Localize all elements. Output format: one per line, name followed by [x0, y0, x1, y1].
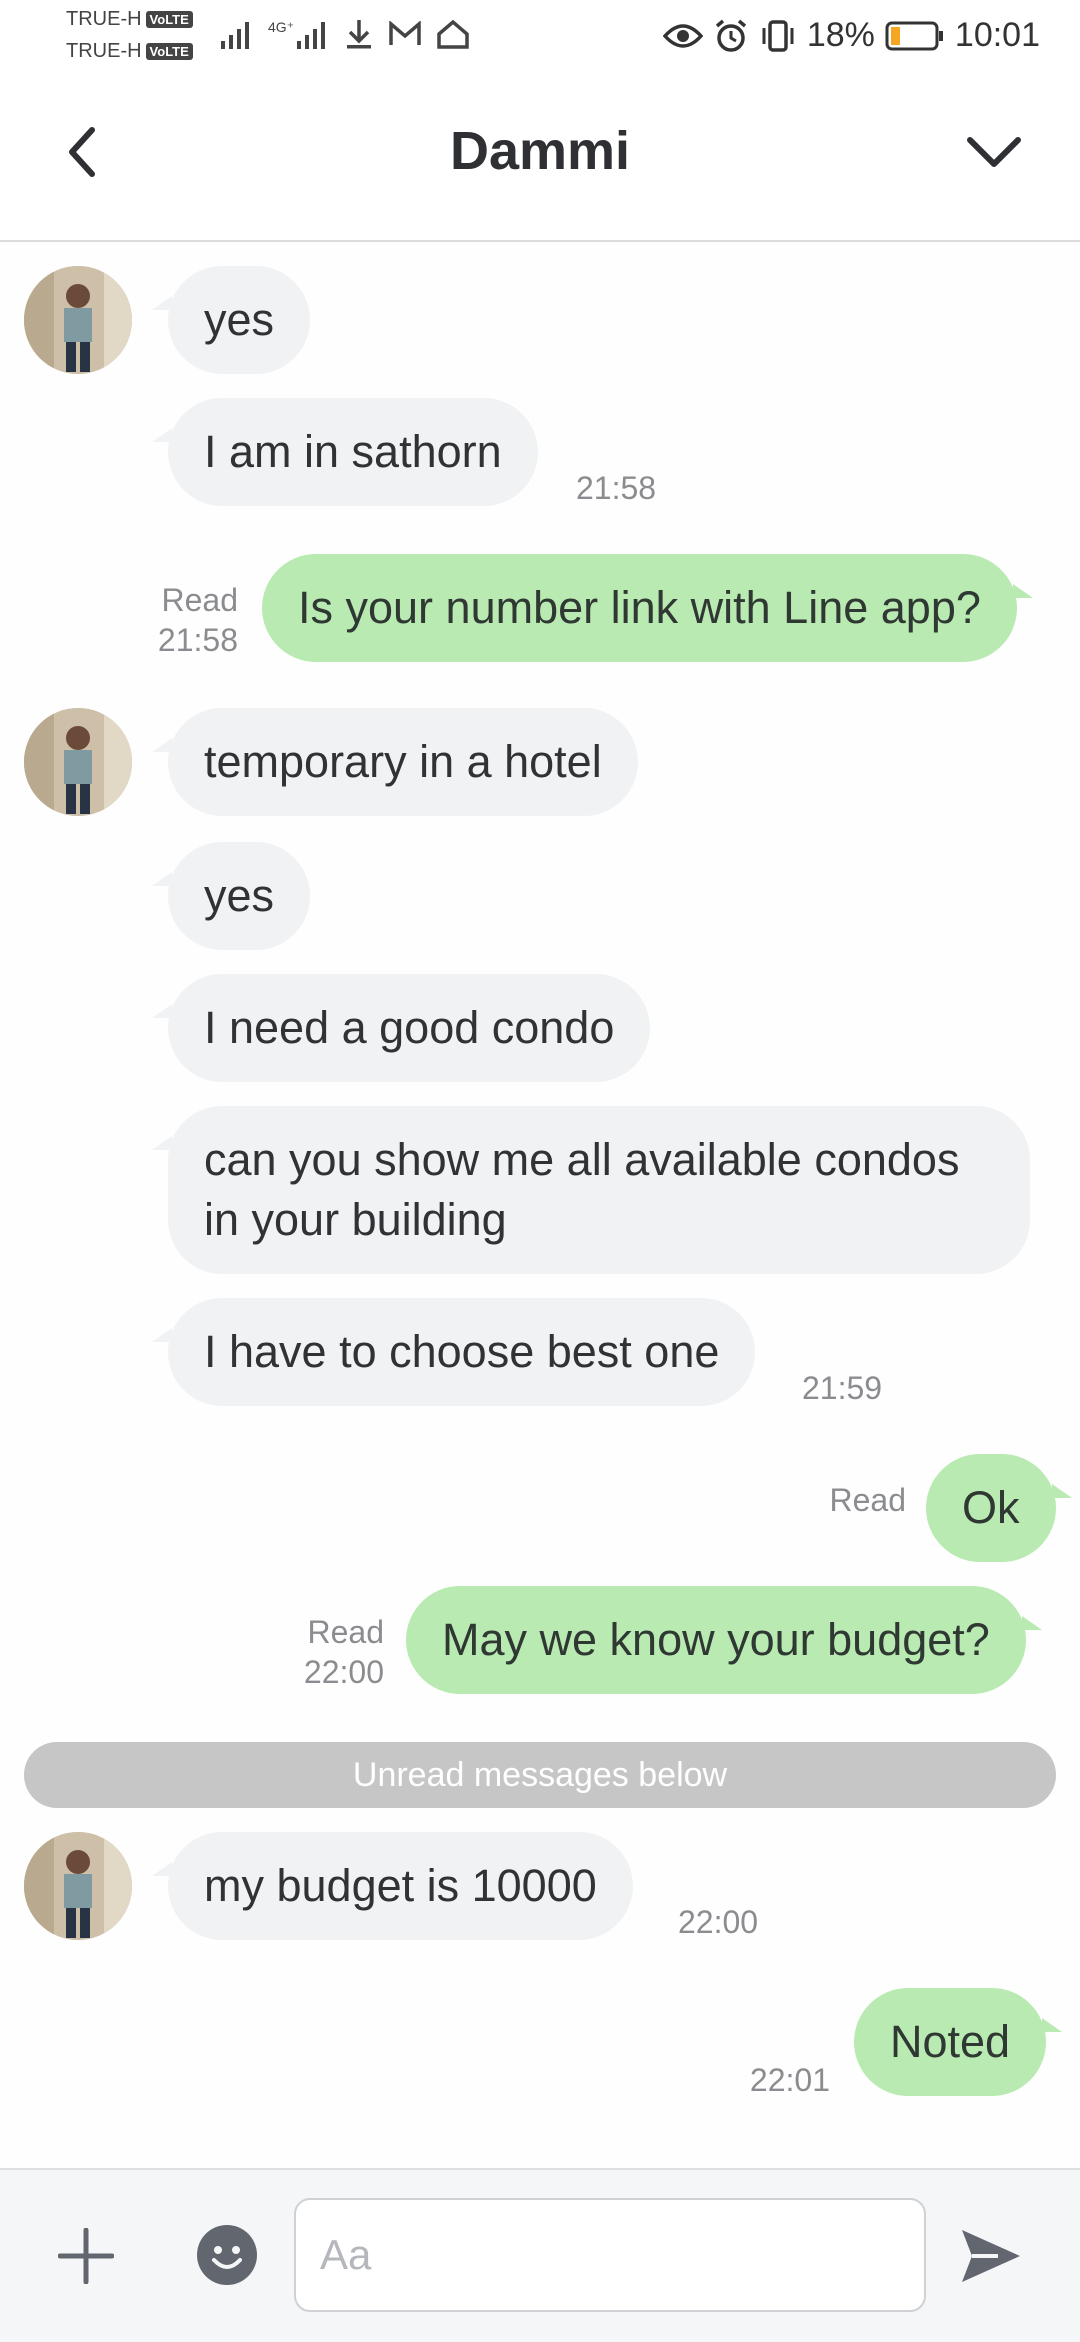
- plus-icon[interactable]: [58, 2228, 114, 2284]
- incoming-message[interactable]: temporary in a hotel: [152, 708, 638, 816]
- read-label: Read: [161, 582, 239, 618]
- incoming-message[interactable]: I have to choose best one: [151, 1298, 756, 1406]
- carrier-1: TRUE-H VoLTE: [66, 8, 193, 31]
- incoming-message[interactable]: yes: [151, 266, 311, 374]
- chat-header: Dammi: [0, 80, 1080, 242]
- carrier-2: TRUE-H VoLTE: [66, 40, 193, 63]
- avatar[interactable]: [24, 1832, 132, 1940]
- incoming-message[interactable]: I need a good condo: [151, 974, 651, 1082]
- unread-divider: Unread messages below: [24, 1742, 1056, 1808]
- message-time: 21:58: [576, 470, 657, 506]
- message-time: 22:00: [678, 1904, 759, 1940]
- signal-icon: [221, 22, 249, 49]
- message-time: 21:58: [157, 622, 238, 658]
- avatar[interactable]: [24, 708, 132, 816]
- battery-icon: [885, 21, 943, 50]
- avatar[interactable]: [24, 266, 132, 374]
- vibrate-icon: [762, 19, 794, 52]
- read-receipt: Read: [820, 1480, 907, 1520]
- battery-percent: 18%: [806, 16, 875, 54]
- carrier-1-label: TRUE-H: [66, 8, 142, 30]
- signal-icon-2: [297, 22, 326, 49]
- message-text: I need a good condo: [204, 1002, 615, 1053]
- home-icon: [437, 19, 469, 49]
- status-bar: TRUE-H VoLTE TRUE-H VoLTE 4G⁺ 18% 10:01: [0, 0, 1080, 80]
- volte-badge-2: VoLTE: [145, 43, 193, 61]
- emoji-icon[interactable]: [196, 2224, 258, 2286]
- message-text: can you show me all available condos in …: [204, 1134, 960, 1245]
- outgoing-message[interactable]: Noted: [854, 1988, 1063, 2096]
- incoming-message[interactable]: can you show me all available condos in …: [152, 1106, 1030, 1274]
- message-text: my budget is 10000: [204, 1860, 597, 1911]
- message-text: yes: [204, 294, 275, 345]
- avatar-image: [24, 266, 132, 374]
- status-icons-right: 18% 10:01: [662, 16, 1040, 55]
- read-receipt: Read 21:58: [140, 580, 238, 660]
- read-label: Read: [307, 1614, 385, 1650]
- carrier-2-label: TRUE-H: [66, 40, 142, 62]
- volte-badge: VoLTE: [145, 11, 193, 29]
- network-type-label: 4G⁺: [268, 18, 295, 35]
- message-text: May we know your budget?: [442, 1614, 990, 1665]
- eye-icon: [662, 23, 703, 48]
- alarm-icon: [715, 19, 746, 52]
- message-text: Noted: [890, 2016, 1011, 2067]
- message-text: Ok: [962, 1482, 1020, 1533]
- message-text: temporary in a hotel: [204, 736, 602, 787]
- message-input[interactable]: [294, 2198, 926, 2312]
- outgoing-message[interactable]: Is your number link with Line app?: [262, 554, 1033, 662]
- message-text: yes: [204, 870, 275, 921]
- message-text: I am in sathorn: [204, 426, 502, 477]
- message-time: 22:01: [749, 2062, 830, 2098]
- chat-title: Dammi: [449, 121, 631, 181]
- status-icons-left: 4G⁺: [220, 18, 470, 50]
- incoming-message[interactable]: I am in sathorn: [152, 398, 538, 506]
- message-time: 21:59: [802, 1370, 883, 1406]
- outgoing-message[interactable]: Ok: [926, 1454, 1071, 1562]
- message-time: 22:00: [303, 1654, 384, 1690]
- message-text: I have to choose best one: [204, 1326, 720, 1377]
- incoming-message[interactable]: my budget is 10000: [152, 1832, 633, 1940]
- clock: 10:01: [954, 16, 1040, 54]
- avatar-image: [24, 708, 132, 816]
- download-icon: [347, 20, 372, 49]
- message-text: Is your number link with Line app?: [298, 582, 981, 633]
- outgoing-message[interactable]: May we know your budget?: [406, 1586, 1042, 1694]
- gmail-icon: [389, 21, 421, 45]
- send-icon[interactable]: [958, 2226, 1024, 2286]
- chevron-down-icon[interactable]: [964, 128, 1024, 178]
- read-receipt: Read 22:00: [286, 1612, 384, 1692]
- avatar-image: [24, 1832, 132, 1940]
- incoming-message[interactable]: yes: [151, 842, 311, 950]
- message-composer: [0, 2168, 1080, 2342]
- read-label: Read: [829, 1482, 907, 1518]
